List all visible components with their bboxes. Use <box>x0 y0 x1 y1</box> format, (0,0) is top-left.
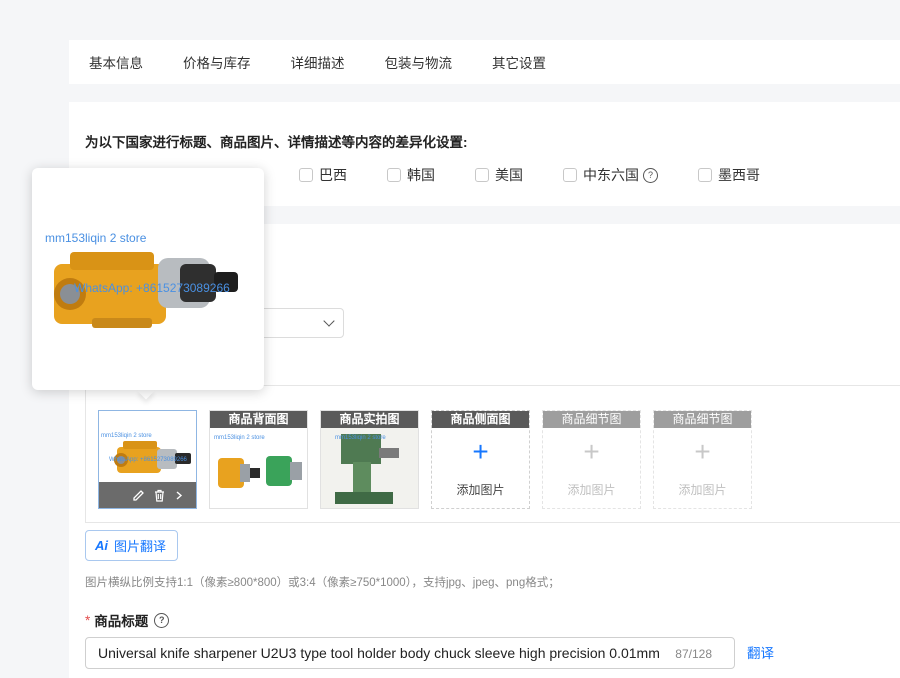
tab-basic-info[interactable]: 基本信息 <box>89 52 143 72</box>
country-usa[interactable]: 美国 <box>475 164 523 186</box>
image-preview-popover: mm153liqin 2 store WhatsApp: +8615273089… <box>32 168 264 390</box>
checkbox[interactable] <box>387 168 401 182</box>
watermark-text: mm153liqin 2 store <box>214 435 265 441</box>
country-brazil[interactable]: 巴西 <box>299 164 347 186</box>
watermark-text: mm153liqin 2 store <box>335 435 386 441</box>
checkbox[interactable] <box>698 168 712 182</box>
image-slot-detail-1: 商品细节图 + 添加图片 <box>542 410 641 509</box>
country-label: 中东六国 <box>583 167 639 183</box>
ai-icon: Ai <box>95 538 108 553</box>
watermark-text: mm153liqin 2 store <box>101 433 152 439</box>
country-mexico[interactable]: 墨西哥 <box>698 164 760 186</box>
plus-icon[interactable]: + <box>432 437 529 467</box>
country-middle-east[interactable]: 中东六国 ? <box>563 164 658 186</box>
checkbox[interactable] <box>299 168 313 182</box>
slot-label: 商品实拍图 <box>321 411 418 428</box>
plus-icon: + <box>694 436 711 467</box>
add-image-label: 添加图片 <box>456 483 505 497</box>
section-tabs: 基本信息 价格与库存 详细描述 包装与物流 其它设置 <box>69 40 900 84</box>
chevron-right-icon[interactable] <box>174 489 184 502</box>
image-action-bar <box>99 482 196 508</box>
watermark-text: mm153liqin 2 store <box>45 231 147 245</box>
product-title-input[interactable]: Universal knife sharpener U2U3 type tool… <box>85 637 735 669</box>
image-slot-real[interactable]: 商品实拍图 mm153liqin 2 store <box>320 410 419 509</box>
plus-icon: + <box>583 436 600 467</box>
image-slot-back[interactable]: 商品背面图 mm153liqin 2 store <box>209 410 308 509</box>
slot-label: 商品背面图 <box>210 411 307 428</box>
country-label: 美国 <box>495 167 523 183</box>
checkbox[interactable] <box>475 168 489 182</box>
add-image-label: 添加图片 <box>678 483 727 497</box>
product-title-label: * 商品标题 ? <box>85 610 170 630</box>
slot-label: 商品细节图 <box>654 411 751 428</box>
product-title-value: Universal knife sharpener U2U3 type tool… <box>98 645 660 661</box>
add-image-label: 添加图片 <box>567 483 616 497</box>
help-icon[interactable]: ? <box>154 612 170 628</box>
product-image <box>99 411 196 483</box>
char-counter: 87/128 <box>675 647 712 661</box>
image-slot-side[interactable]: 商品侧面图 + 添加图片 <box>431 410 530 509</box>
help-icon[interactable]: ? <box>643 167 658 183</box>
slot-label: 商品侧面图 <box>432 411 529 428</box>
trash-icon[interactable] <box>153 489 166 502</box>
watermark-text: WhatsApp: +8615273089266 <box>109 457 187 463</box>
required-mark: * <box>85 612 91 628</box>
tab-price-stock[interactable]: 价格与库存 <box>183 52 251 72</box>
checkbox[interactable] <box>563 168 577 182</box>
edit-icon[interactable] <box>132 489 145 502</box>
image-translate-label: 图片翻译 <box>114 539 167 554</box>
country-label: 巴西 <box>319 167 347 183</box>
slot-label: 商品细节图 <box>543 411 640 428</box>
image-slot-main[interactable]: mm153liqin 2 store WhatsApp: +8615273089… <box>98 410 197 509</box>
watermark-text: WhatsApp: +8615273089266 <box>74 281 230 295</box>
translate-link[interactable]: 翻译 <box>747 642 774 662</box>
tab-other-settings[interactable]: 其它设置 <box>492 52 546 72</box>
tab-packaging[interactable]: 包装与物流 <box>385 52 453 72</box>
chevron-down-icon <box>323 315 335 327</box>
image-format-hint: 图片横纵比例支持1:1（像素≥800*800）或3:4（像素≥750*1000）… <box>85 577 560 589</box>
tab-detail-desc[interactable]: 详细描述 <box>291 52 345 72</box>
product-preview-image <box>54 250 238 328</box>
image-slot-detail-2: 商品细节图 + 添加图片 <box>653 410 752 509</box>
country-label: 墨西哥 <box>718 167 760 183</box>
country-label: 韩国 <box>407 167 435 183</box>
country-korea[interactable]: 韩国 <box>387 164 435 186</box>
product-title-text: 商品标题 <box>94 614 149 629</box>
country-settings-title: 为以下国家进行标题、商品图片、详情描述等内容的差异化设置: <box>85 135 468 150</box>
image-translate-button[interactable]: Ai 图片翻译 <box>85 530 178 561</box>
